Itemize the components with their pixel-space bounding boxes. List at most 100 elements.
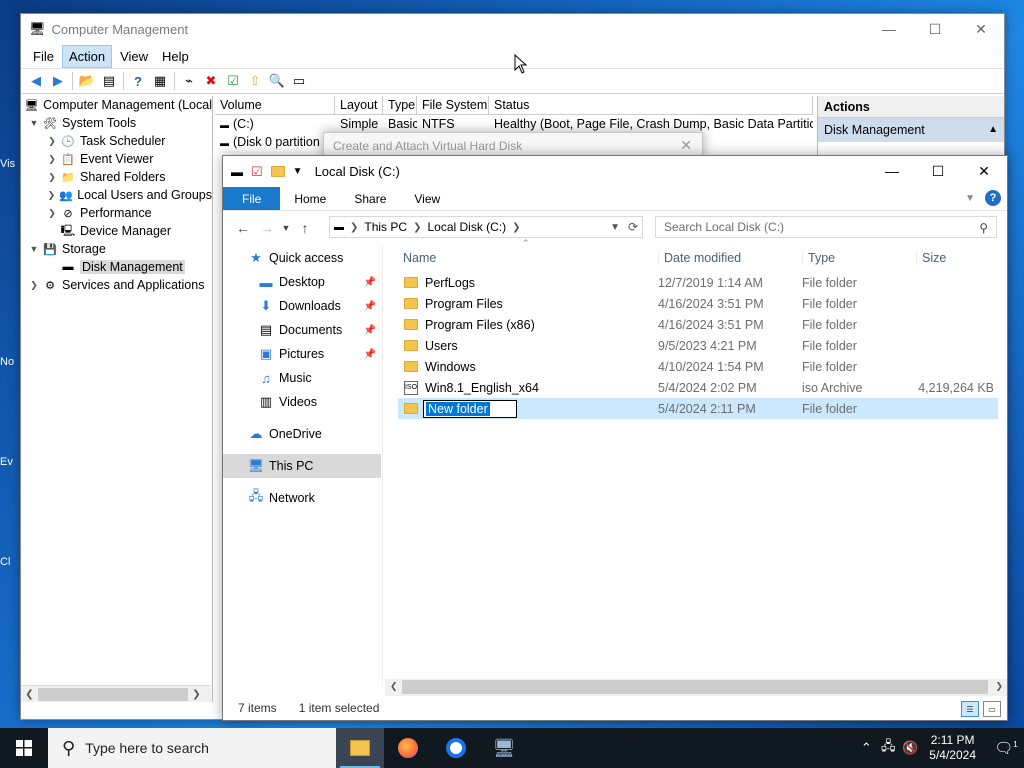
collapse-chevron-icon[interactable]: ❯ bbox=[45, 136, 59, 147]
rename-input[interactable]: New folder bbox=[423, 399, 517, 418]
pin-icon[interactable]: 📌 bbox=[364, 325, 376, 336]
tree-item-storage[interactable]: ▼ 💾 Storage bbox=[21, 240, 212, 258]
back-icon[interactable]: ◀ bbox=[25, 71, 47, 91]
tab-file[interactable]: File bbox=[223, 187, 281, 210]
column-name[interactable]: Name bbox=[398, 251, 658, 265]
scroll-left-icon[interactable]: ❮ bbox=[21, 689, 38, 700]
large-icons-view-icon[interactable]: ▭ bbox=[983, 701, 1001, 717]
tree-item-task-scheduler[interactable]: ❯ 🕒 Task Scheduler bbox=[21, 132, 212, 150]
tab-view[interactable]: View bbox=[400, 187, 454, 210]
recent-locations-icon[interactable]: ▼ bbox=[279, 223, 293, 233]
desktop-icon-fragment[interactable]: Cl bbox=[0, 556, 22, 568]
menu-help[interactable]: Help bbox=[156, 46, 195, 67]
forward-arrow-icon[interactable]: → bbox=[255, 220, 279, 236]
nav-quick-access[interactable]: ★ Quick access bbox=[223, 246, 382, 270]
scroll-right-icon[interactable]: ❯ bbox=[188, 689, 205, 700]
refresh-icon[interactable]: ⟳ bbox=[628, 220, 638, 234]
menu-view[interactable]: View bbox=[114, 46, 154, 67]
chrome-taskbar-button[interactable] bbox=[432, 728, 480, 768]
pin-icon[interactable]: 📌 bbox=[364, 277, 376, 288]
properties-icon[interactable]: ▭ bbox=[288, 71, 310, 91]
column-date-modified[interactable]: Date modified bbox=[658, 251, 802, 265]
nav-music[interactable]: ♫ Music bbox=[223, 366, 382, 390]
delete-icon[interactable]: ✖ bbox=[200, 71, 222, 91]
collapse-chevron-icon[interactable]: ❯ bbox=[45, 208, 59, 219]
clock[interactable]: 2:11 PM 5/4/2024 bbox=[929, 733, 976, 763]
file-row[interactable]: PerfLogs 12/7/2019 1:14 AM File folder bbox=[398, 272, 998, 293]
column-status[interactable]: Status bbox=[489, 96, 813, 114]
tree-item-disk-management[interactable]: ▬ Disk Management bbox=[21, 258, 212, 276]
back-arrow-icon[interactable]: ← bbox=[231, 220, 255, 236]
details-view-icon[interactable]: ☰ bbox=[961, 701, 979, 717]
folder-up-icon[interactable]: ⇧ bbox=[244, 71, 266, 91]
search-icon[interactable]: ⚲ bbox=[979, 218, 988, 238]
up-arrow-icon[interactable]: ↑ bbox=[293, 220, 317, 236]
help-icon[interactable]: ? bbox=[127, 71, 149, 91]
file-row-selected[interactable]: New folder 5/4/2024 2:11 PM File folder bbox=[398, 398, 998, 419]
network-icon[interactable]: 🖧 bbox=[877, 737, 899, 759]
address-dropdown-icon[interactable]: ▼ bbox=[610, 222, 620, 233]
column-file-system[interactable]: File System bbox=[417, 96, 489, 114]
search-input[interactable]: Search Local Disk (C:) ⚲ bbox=[655, 216, 997, 238]
nav-network[interactable]: 🖧 Network bbox=[223, 486, 382, 510]
up-folder-icon[interactable]: 📂 bbox=[76, 71, 98, 91]
tree-horizontal-scrollbar[interactable]: ❮ ❯ bbox=[21, 685, 211, 702]
notification-button[interactable]: 🗨1 bbox=[988, 739, 1024, 757]
tree-item-local-users[interactable]: ❯ 👥 Local Users and Groups bbox=[21, 186, 212, 204]
column-type[interactable]: Type bbox=[802, 251, 916, 265]
expand-chevron-icon[interactable]: ▼ bbox=[27, 118, 41, 128]
minimize-button[interactable]: — bbox=[869, 156, 915, 186]
connect-virtual-disk-icon[interactable]: ⌁ bbox=[178, 71, 200, 91]
expand-chevron-icon[interactable]: ▼ bbox=[27, 244, 41, 254]
nav-pictures[interactable]: ▣ Pictures 📌 bbox=[223, 342, 382, 366]
search-folder-icon[interactable]: 🔍 bbox=[266, 71, 288, 91]
breadcrumb-chevron-icon[interactable]: ❯ bbox=[350, 222, 358, 233]
new-folder-quick-icon[interactable] bbox=[270, 166, 285, 177]
tab-home[interactable]: Home bbox=[280, 187, 340, 210]
column-layout[interactable]: Layout bbox=[335, 96, 383, 114]
close-button[interactable]: ✕ bbox=[958, 14, 1004, 44]
maximize-button[interactable]: ☐ bbox=[912, 14, 958, 44]
pin-icon[interactable]: 📌 bbox=[364, 349, 376, 360]
column-volume[interactable]: Volume bbox=[215, 96, 335, 114]
expand-ribbon-icon[interactable]: ▼ bbox=[965, 193, 975, 204]
close-button[interactable]: ✕ bbox=[961, 156, 1007, 186]
taskbar-search-input[interactable]: ⚲ Type here to search bbox=[48, 728, 336, 768]
tree-item-event-viewer[interactable]: ❯ 📋 Event Viewer bbox=[21, 150, 212, 168]
file-row[interactable]: ISO Win8.1_English_x64 5/4/2024 2:02 PM i… bbox=[398, 377, 998, 398]
breadcrumb-chevron-icon[interactable]: ❯ bbox=[413, 222, 421, 233]
checklist-icon[interactable]: ☑ bbox=[222, 71, 244, 91]
close-icon[interactable]: ✕ bbox=[680, 137, 692, 154]
tree-item-shared-folders[interactable]: ❯ 📁 Shared Folders bbox=[21, 168, 212, 186]
tree-item-device-manager[interactable]: 🖳 Device Manager bbox=[21, 222, 212, 240]
show-hide-console-tree-icon[interactable]: ▤ bbox=[98, 71, 120, 91]
start-button[interactable] bbox=[0, 728, 48, 768]
collapse-chevron-icon[interactable]: ❯ bbox=[45, 190, 58, 201]
file-row[interactable]: Program Files (x86) 4/16/2024 3:51 PM Fi… bbox=[398, 314, 998, 335]
desktop-icon-fragment[interactable]: Ev bbox=[0, 456, 22, 468]
volume-muted-icon[interactable]: 🔇 bbox=[899, 740, 921, 756]
column-size[interactable]: Size bbox=[916, 251, 996, 265]
nav-videos[interactable]: ▥ Videos bbox=[223, 390, 382, 414]
tree-item-system-tools[interactable]: ▼ 🛠 System Tools bbox=[21, 114, 212, 132]
scroll-thumb[interactable] bbox=[402, 680, 988, 694]
desktop-icon-fragment[interactable]: No bbox=[0, 356, 22, 368]
tree-item-performance[interactable]: ❯ ⊘ Performance bbox=[21, 204, 212, 222]
scroll-right-icon[interactable]: ❯ bbox=[995, 681, 1003, 692]
help-icon[interactable]: ? bbox=[985, 190, 1001, 206]
menu-file[interactable]: File bbox=[27, 46, 60, 67]
breadcrumb-local-disk[interactable]: Local Disk (C:) bbox=[427, 220, 506, 234]
breadcrumb-chevron-icon[interactable]: ❯ bbox=[512, 222, 520, 233]
computer-management-taskbar-button[interactable]: 🖥 bbox=[480, 728, 528, 768]
file-row[interactable]: Users 9/5/2023 4:21 PM File folder bbox=[398, 335, 998, 356]
firefox-taskbar-button[interactable] bbox=[384, 728, 432, 768]
maximize-button[interactable]: ☐ bbox=[915, 156, 961, 186]
tree-item-computer-management[interactable]: 🖥 Computer Management (Local bbox=[21, 96, 212, 114]
file-explorer-taskbar-button[interactable] bbox=[336, 728, 384, 768]
minimize-button[interactable]: — bbox=[866, 14, 912, 44]
file-row[interactable]: Windows 4/10/2024 1:54 PM File folder bbox=[398, 356, 998, 377]
properties-quick-icon[interactable]: ☑ bbox=[251, 164, 263, 180]
column-type[interactable]: Type bbox=[383, 96, 417, 114]
file-row[interactable]: Program Files 4/16/2024 3:51 PM File fol… bbox=[398, 293, 998, 314]
nav-this-pc[interactable]: 🖥 This PC bbox=[223, 454, 381, 478]
